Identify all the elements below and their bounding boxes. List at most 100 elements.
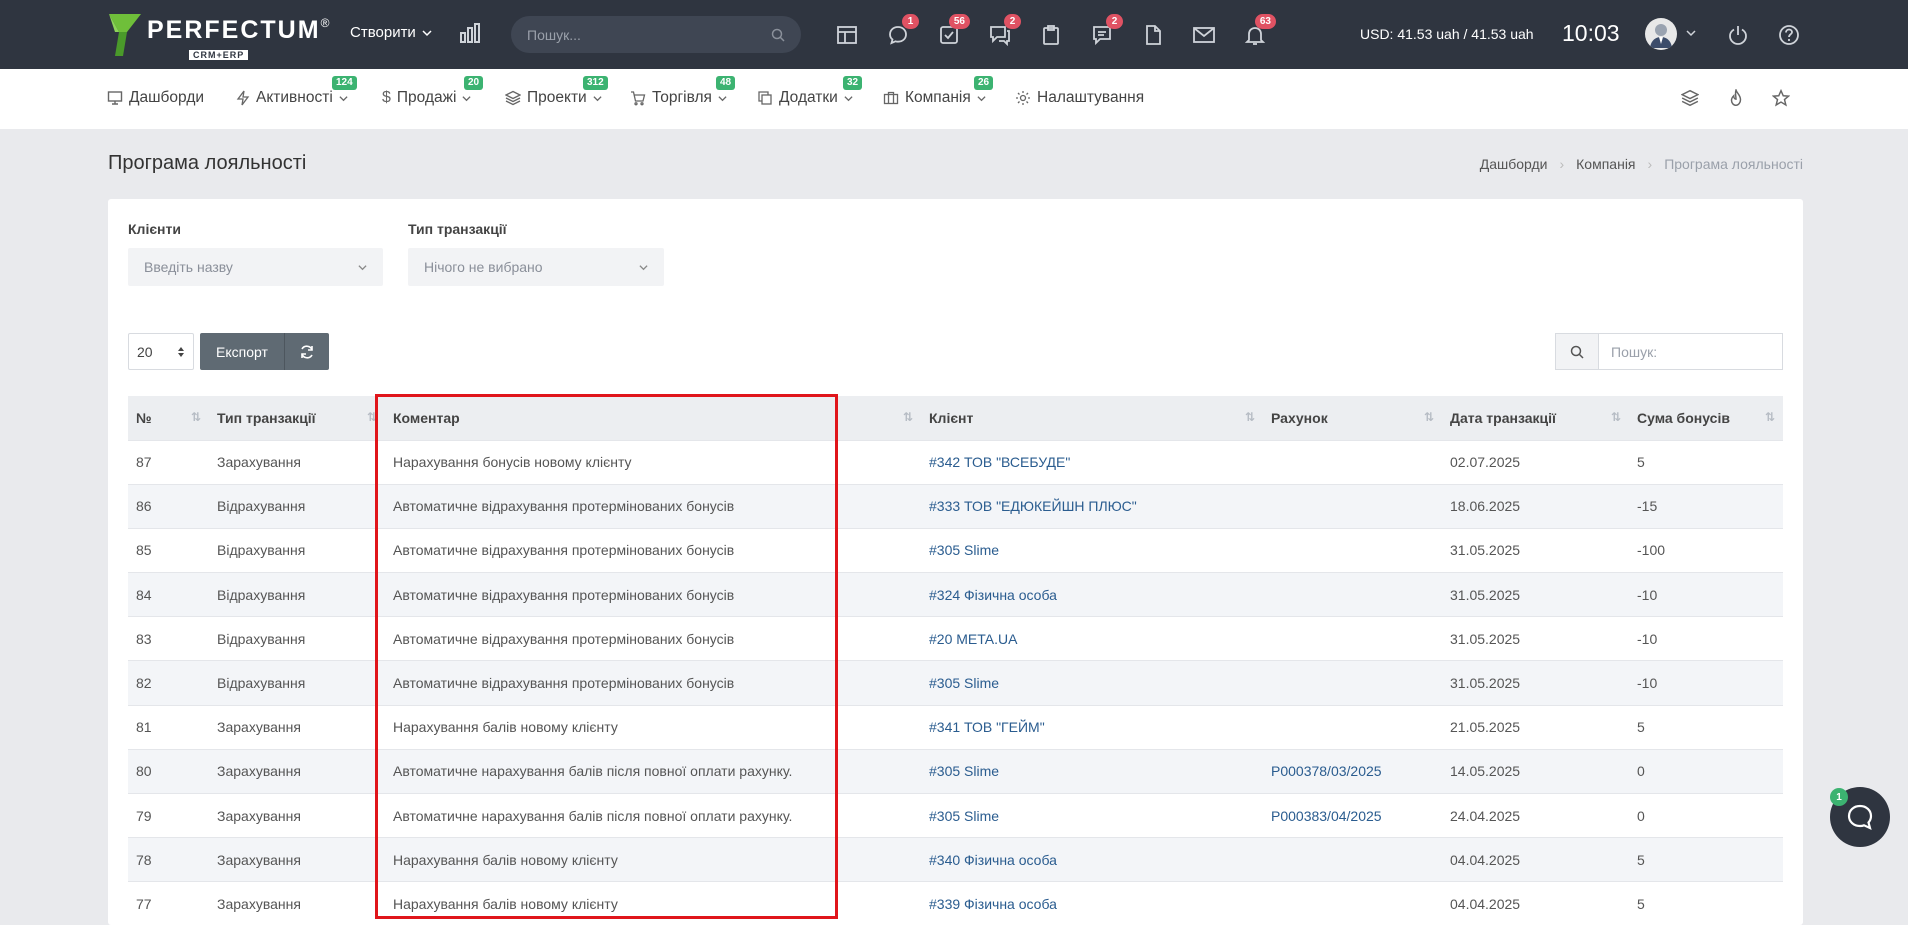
table-row[interactable]: 78 Зарахування Нарахування балів новому кл… (128, 837, 1783, 882)
nav-item-activities[interactable]: Активності 124 (236, 76, 357, 107)
chevron-down-icon (422, 29, 432, 36)
flame-icon[interactable] (1727, 87, 1745, 110)
sort-icon[interactable]: ⇅ (191, 410, 201, 424)
layers-icon (505, 90, 521, 106)
table-row[interactable]: 86 Відрахування Автоматичне відрахування п… (128, 483, 1783, 529)
messages-badge: 2 (1004, 14, 1021, 29)
chevron-down-icon (358, 264, 367, 270)
table-row[interactable]: 82 Відрахування Автоматичне відрахування п… (128, 660, 1783, 706)
document-icon[interactable] (1140, 22, 1166, 48)
nav-badge: 32 (843, 76, 863, 90)
help-icon[interactable] (1776, 22, 1802, 48)
table-row[interactable]: 81 Зарахування Нарахування балів новому кл… (128, 704, 1783, 750)
refresh-button[interactable] (284, 333, 329, 370)
sort-arrows-icon (178, 346, 184, 357)
chat-widget-badge: 1 (1830, 788, 1848, 806)
breadcrumb-link-dashboards[interactable]: Дашборди (1480, 156, 1548, 172)
table-search-icon[interactable] (1555, 333, 1598, 370)
cell-number: 87 (128, 439, 209, 485)
cell-client[interactable]: #305 Slime (921, 748, 1263, 794)
cell-client[interactable]: #305 Slime (921, 527, 1263, 573)
layers-toggle-icon[interactable] (1680, 89, 1700, 110)
loyalty-card: Клієнти Введіть назву Тип транзакції Ніч… (108, 199, 1803, 925)
table-row[interactable]: 77 Зарахування Нарахування балів новому кл… (128, 881, 1783, 925)
cell-bonus: -10 (1629, 572, 1783, 617)
cell-client[interactable]: #324 Фізична особа (921, 572, 1263, 617)
cell-comment: Нарахування балів новому клієнту (385, 881, 921, 925)
clipboard-icon[interactable] (1038, 22, 1064, 48)
column-header-invoice[interactable]: Рахунок ⇅ (1263, 396, 1442, 440)
comments-badge: 2 (1106, 14, 1123, 29)
export-button[interactable]: Експорт (200, 333, 284, 370)
cell-client[interactable]: #341 ТОВ "ГЕЙМ" (921, 704, 1263, 750)
sort-icon[interactable]: ⇅ (903, 410, 913, 424)
nav-item-company[interactable]: Компанія 26 (883, 76, 994, 107)
main-nav: Дашборди Активності 124 $ Продажі 20 Про… (0, 69, 1908, 129)
table-row[interactable]: 83 Відрахування Автоматичне відрахування п… (128, 616, 1783, 661)
tasks-icon[interactable]: 56 (936, 14, 970, 48)
column-header-number[interactable]: № ⇅ (128, 396, 209, 440)
breadcrumb-link-company[interactable]: Компанія (1576, 156, 1635, 172)
table-search-input[interactable] (1598, 333, 1783, 370)
search-icon[interactable] (771, 28, 785, 42)
column-header-date[interactable]: Дата транзакції ⇅ (1442, 396, 1629, 440)
cell-number: 80 (128, 748, 209, 794)
table-row[interactable]: 87 Зарахування Нарахування бонусів новому … (128, 439, 1783, 485)
cell-client[interactable]: #340 Фізична особа (921, 837, 1263, 882)
messages-icon[interactable]: 2 (987, 14, 1021, 48)
cell-client[interactable]: #305 Slime (921, 792, 1263, 838)
column-header-client[interactable]: Клієнт ⇅ (921, 396, 1263, 440)
table-row[interactable]: 80 Зарахування Автоматичне нарахування бал… (128, 748, 1783, 794)
cell-client[interactable]: #305 Slime (921, 660, 1263, 706)
cell-client[interactable]: #20 META.UA (921, 616, 1263, 661)
mail-icon[interactable] (1191, 22, 1217, 48)
bell-icon[interactable]: 63 (1242, 14, 1276, 48)
sort-icon[interactable]: ⇅ (1424, 410, 1434, 424)
nav-badge: 124 (332, 76, 357, 90)
layout-icon[interactable] (834, 22, 860, 48)
comments-icon[interactable]: 2 (1089, 14, 1123, 48)
nav-item-settings[interactable]: Налаштування (1015, 89, 1144, 107)
nav-item-projects[interactable]: Проекти 312 (505, 76, 608, 107)
cell-comment: Автоматичне нарахування балів після повн… (385, 748, 921, 794)
cell-client[interactable]: #339 Фізична особа (921, 881, 1263, 925)
nav-item-addons[interactable]: Додатки 32 (757, 76, 863, 107)
table-row[interactable]: 79 Зарахування Автоматичне нарахування бал… (128, 792, 1783, 838)
chat-badge: 1 (902, 14, 919, 29)
power-icon[interactable] (1725, 22, 1751, 48)
cell-client[interactable]: #333 ТОВ "ЕДЮКЕЙШН ПЛЮС" (921, 483, 1263, 529)
column-header-comment[interactable]: Коментар ⇅ (385, 396, 921, 440)
avatar-chevron-down-icon[interactable] (1686, 28, 1696, 38)
nav-item-dashboards[interactable]: Дашборди (107, 89, 204, 107)
column-header-bonus[interactable]: Сума бонусів ⇅ (1629, 396, 1783, 440)
page-size-select[interactable]: 20 (128, 333, 194, 370)
chat-bubble-icon[interactable]: 1 (885, 14, 919, 48)
cell-client[interactable]: #342 ТОВ "ВСЕБУДЕ" (921, 439, 1263, 485)
sort-icon[interactable]: ⇅ (367, 410, 377, 424)
sort-icon[interactable]: ⇅ (1765, 410, 1775, 424)
cell-number: 84 (128, 572, 209, 617)
nav-item-sales[interactable]: $ Продажі 20 (382, 76, 484, 107)
bar-chart-icon[interactable] (459, 22, 481, 47)
nav-item-trade[interactable]: Торгівля 48 (630, 76, 736, 107)
briefcase-icon (883, 91, 899, 105)
create-button[interactable]: Створити (350, 24, 432, 41)
cell-invoice[interactable]: P000383/04/2025 (1263, 792, 1442, 838)
global-search-input[interactable] (527, 26, 771, 43)
logo[interactable]: PERFECTUM® CRM+ERP (107, 12, 329, 61)
copy-icon (758, 91, 772, 105)
cell-invoice[interactable]: P000378/03/2025 (1263, 748, 1442, 794)
global-search[interactable] (511, 16, 801, 53)
table-row[interactable]: 85 Відрахування Автоматичне відрахування п… (128, 527, 1783, 573)
clients-filter-select[interactable]: Введіть назву (128, 248, 383, 286)
column-header-type[interactable]: Тип транзакції ⇅ (209, 396, 385, 440)
nav-badge: 20 (464, 76, 484, 90)
cell-type: Зарахування (209, 837, 385, 882)
table-row[interactable]: 84 Відрахування Автоматичне відрахування п… (128, 572, 1783, 617)
lightning-icon (236, 90, 250, 106)
sort-icon[interactable]: ⇅ (1245, 410, 1255, 424)
star-icon[interactable] (1771, 88, 1791, 110)
type-filter-select[interactable]: Нічого не вибрано (408, 248, 664, 286)
sort-icon[interactable]: ⇅ (1611, 410, 1621, 424)
avatar[interactable] (1645, 18, 1677, 50)
